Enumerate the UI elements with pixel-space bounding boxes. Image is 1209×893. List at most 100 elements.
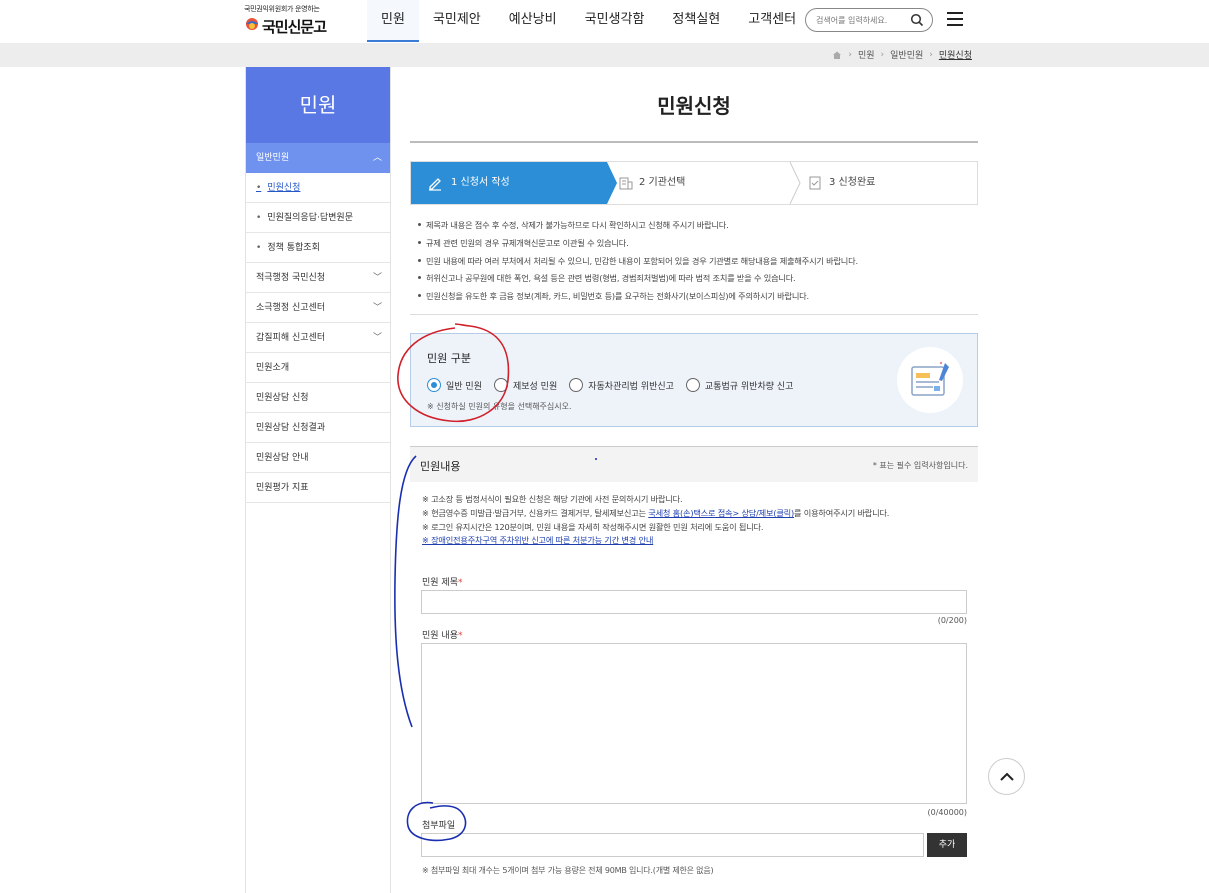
- chevron-up-icon: [1000, 772, 1014, 781]
- home-icon[interactable]: [832, 50, 842, 60]
- guide-line: ※ 로그인 유지시간은 120분이며, 민원 내용을 자세히 작성해주시면 원활…: [422, 521, 764, 532]
- nav-item-proposal[interactable]: 국민제안: [419, 0, 495, 42]
- title-divider: [410, 141, 978, 143]
- sidebar-item-intro[interactable]: 민원소개: [246, 353, 390, 383]
- page-title: 민원신청: [657, 94, 731, 118]
- sidebar: 민원 일반민원 ︿ • 민원신청 • 민원질의응답·답변원문 • 정책 통합조회 적극…: [245, 67, 391, 893]
- sidebar-sub-qna[interactable]: • 민원질의응답·답변원문: [246, 203, 390, 233]
- title-char-counter: (0/200): [937, 616, 967, 625]
- bullet-icon: •: [256, 183, 262, 193]
- guide-text: 를 이용하여주시기 바랍니다.: [794, 507, 890, 518]
- check-document-icon: [809, 176, 821, 190]
- guide-text: ※ 현금영수증 미발급·발급거부, 신용카드 결제거부, 탈세제보신고는: [422, 507, 649, 518]
- sidebar-sub-apply[interactable]: • 민원신청: [246, 173, 390, 203]
- complaint-type-radio-group: 일반 민원 제보성 민원 자동차관리법 위반신고 교통법규 위반차량 신고: [427, 378, 805, 392]
- radio-report[interactable]: 제보성 민원: [493, 378, 558, 392]
- radio-label: 자동차관리법 위반신고: [588, 381, 674, 392]
- file-field-label: 첨부파일: [422, 821, 456, 831]
- nav-item-policy[interactable]: 정책실현: [658, 0, 734, 42]
- step-arrow: [607, 162, 617, 204]
- form-illustration: [897, 347, 963, 413]
- radio-button[interactable]: [493, 378, 508, 392]
- site-logo[interactable]: 국민권익위원회가 운영하는 국민신문고: [244, 4, 344, 38]
- pencil-icon: [429, 178, 441, 191]
- add-file-button[interactable]: 추가: [927, 833, 967, 857]
- sidebar-sub-label: 민원질의응답·답변원문: [267, 213, 353, 223]
- notice-item: 제목과 내용은 접수 후 수정, 삭제가 불가능하므로 다시 확인하시고 신청해…: [417, 218, 977, 236]
- complaint-type-hint: ※ 신청하실 민원의 유형을 선택해주십시오.: [427, 402, 572, 411]
- step-1-label: 1 신청서 작성: [451, 177, 510, 188]
- hamburger-menu-icon[interactable]: [947, 12, 963, 26]
- sidebar-item-label: 갑질피해 신고센터: [256, 333, 326, 343]
- chevron-down-icon: ﹀: [372, 303, 382, 313]
- search-icon[interactable]: [910, 13, 924, 27]
- nav-item-budget-waste[interactable]: 예산낭비: [495, 0, 571, 42]
- radio-button[interactable]: [685, 378, 700, 392]
- sidebar-item-consult-guide[interactable]: 민원상담 안내: [246, 443, 390, 473]
- sidebar-sub-policy-search[interactable]: • 정책 통합조회: [246, 233, 390, 263]
- sidebar-group-label: 일반민원: [256, 153, 290, 163]
- logo-mark-icon: [246, 18, 258, 30]
- body-char-counter: (0/40000): [927, 808, 967, 817]
- building-icon: [619, 177, 633, 190]
- sidebar-item-gapjil[interactable]: 갑질피해 신고센터 ﹀: [246, 323, 390, 353]
- nav-item-opinion[interactable]: 국민생각함: [571, 0, 659, 42]
- breadcrumb: › 민원 › 일반민원 › 민원신청: [832, 48, 972, 61]
- chevron-up-icon: ︿: [372, 153, 382, 163]
- radio-traffic-violation[interactable]: 교통법규 위반차량 신고: [685, 378, 794, 392]
- bullet-icon: •: [256, 243, 262, 253]
- sidebar-group-general[interactable]: 일반민원 ︿: [246, 143, 390, 173]
- sidebar-item-consult-result[interactable]: 민원상담 신청결과: [246, 413, 390, 443]
- breadcrumb-separator: ›: [880, 49, 885, 60]
- sidebar-item-label: 민원상담 신청: [256, 393, 309, 403]
- step-3-label: 3 신청완료: [829, 177, 876, 188]
- chevron-down-icon: ﹀: [372, 333, 382, 343]
- parking-notice-link[interactable]: ※ 장애인전용주차구역 주차위반 신고에 따른 처분가능 기간 변경 안내: [422, 535, 653, 545]
- scroll-to-top-button[interactable]: [988, 758, 1025, 795]
- sidebar-title: 민원: [246, 67, 390, 143]
- sidebar-item-evaluation[interactable]: 민원평가 지표: [246, 473, 390, 503]
- radio-button[interactable]: [569, 378, 584, 392]
- sidebar-item-label: 민원평가 지표: [256, 483, 309, 493]
- breadcrumb-separator: ›: [848, 49, 852, 60]
- complaint-type-box: 민원 구분 일반 민원 제보성 민원 자동차관리법 위반신고 교통법규 위반차량…: [410, 333, 978, 427]
- complaint-type-title: 민원 구분: [427, 352, 471, 365]
- guide-line: ※ 고소장 등 법정서식이 필요한 신청은 해당 기관에 사전 문의하시기 바랍…: [422, 494, 683, 504]
- radio-vehicle-law[interactable]: 자동차관리법 위반신고: [569, 378, 674, 392]
- sidebar-item-label: 소극행정 신고센터: [256, 303, 326, 313]
- step-1-active: 1 신청서 작성: [411, 162, 607, 204]
- nav-item-customer-center[interactable]: 고객센터: [734, 0, 810, 42]
- guide-line-tax: ※ 현금영수증 미발급·발급거부, 신용카드 결제거부, 탈세제보신고는 국세청…: [422, 507, 968, 521]
- attachment-file-input[interactable]: [421, 833, 924, 857]
- file-limit-note: ※ 첨부파일 최대 개수는 5개이며 첨부 가능 용량은 전체 90MB 입니다…: [422, 866, 714, 875]
- content-guide: ※ 고소장 등 법정서식이 필요한 신청은 해당 기관에 사전 문의하시기 바랍…: [422, 493, 968, 548]
- radio-label: 제보성 민원: [512, 381, 558, 392]
- sidebar-item-passive-admin[interactable]: 소극행정 신고센터 ﹀: [246, 293, 390, 323]
- sidebar-item-label: 적극행정 국민신청: [256, 273, 326, 283]
- hometax-link[interactable]: 국세청 홈(손)택스로 접속> 상담/제보(클릭): [648, 508, 794, 518]
- radio-general[interactable]: 일반 민원: [427, 378, 482, 392]
- sidebar-sub-label: 정책 통합조회: [267, 243, 320, 253]
- complaint-body-textarea[interactable]: [421, 643, 967, 804]
- required-star: *: [457, 578, 463, 588]
- breadcrumb-separator: ›: [929, 49, 933, 60]
- radio-button-checked[interactable]: [427, 378, 441, 392]
- breadcrumb-item-current[interactable]: 민원신청: [939, 48, 972, 61]
- breadcrumb-item-minwon[interactable]: 민원: [858, 48, 875, 61]
- required-fields-note: * 표는 필수 입력사항입니다.: [872, 461, 968, 470]
- radio-label: 교통법규 위반차량 신고: [704, 381, 794, 392]
- breadcrumb-bar: › 민원 › 일반민원 › 민원신청: [0, 43, 1209, 67]
- content-section-header: 민원내용 * 표는 필수 입력사항입니다.: [410, 446, 978, 482]
- nav-item-minwon[interactable]: 민원: [367, 0, 419, 42]
- sidebar-item-consult-apply[interactable]: 민원상담 신청: [246, 383, 390, 413]
- notice-item: 허위신고나 공무원에 대한 폭언, 욕설 등은 관련 법령(형법, 경범죄처벌법…: [417, 271, 977, 289]
- complaint-title-input[interactable]: [421, 590, 967, 614]
- document-form-icon: [911, 361, 949, 396]
- blue-annotation-bracket: [394, 455, 417, 728]
- notice-item: 민원 내용에 따라 여러 부처에서 처리될 수 있으니, 민감한 내용이 포함되…: [417, 254, 977, 272]
- step-2-label: 2 기관선택: [639, 177, 686, 188]
- search-input[interactable]: [816, 12, 910, 28]
- sidebar-item-active-admin[interactable]: 적극행정 국민신청 ﹀: [246, 263, 390, 293]
- breadcrumb-item-general[interactable]: 일반민원: [890, 48, 923, 61]
- field-label-text: 민원 내용: [422, 631, 458, 641]
